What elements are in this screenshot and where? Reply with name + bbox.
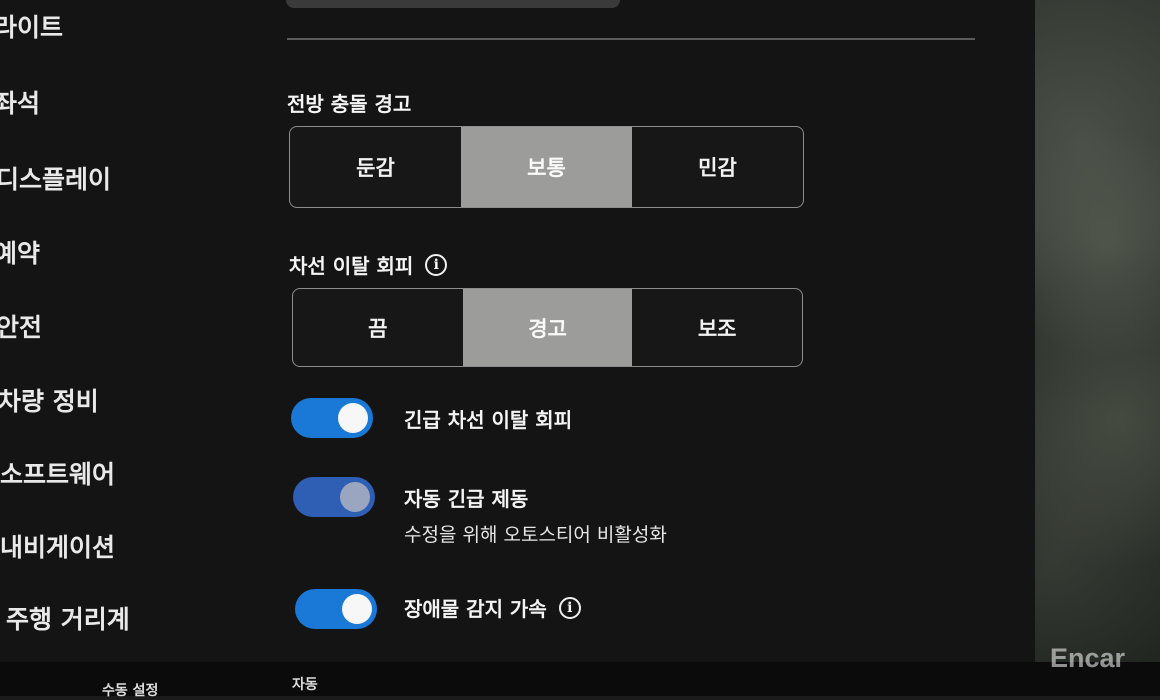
emergency-lane-toggle[interactable] xyxy=(291,398,373,438)
sidebar-item-schedule[interactable]: 예약 xyxy=(0,234,40,270)
lane-departure-option-assist[interactable]: 보조 xyxy=(632,289,802,366)
forward-collision-option-low[interactable]: 둔감 xyxy=(290,127,461,207)
obstacle-accel-toggle[interactable] xyxy=(295,589,377,629)
settings-screen: 라이트 좌석 디스플레이 예약 안전 차량 정비 소프트웨어 내비게이션 주행 … xyxy=(0,0,1035,668)
forward-collision-option-high[interactable]: 민감 xyxy=(632,127,803,207)
watermark-logo: Encar xyxy=(1050,643,1126,673)
top-control-stub[interactable] xyxy=(286,0,620,8)
bottom-bar: 수동 설정 자동 xyxy=(0,662,1160,699)
toggle-knob xyxy=(340,482,370,512)
lane-departure-title: 차선 이탈 회피 i xyxy=(289,250,448,279)
sidebar-item-software[interactable]: 소프트웨어 xyxy=(0,455,115,491)
background-scenery xyxy=(1028,0,1160,696)
sidebar-item-safety[interactable]: 안전 xyxy=(0,308,42,344)
sidebar-item-display[interactable]: 디스플레이 xyxy=(0,160,111,196)
obstacle-accel-label-row: 장애물 감지 가속 i xyxy=(404,593,581,622)
toggle-knob xyxy=(342,594,372,624)
auto-label[interactable]: 자동 xyxy=(292,674,318,694)
manual-setting-label[interactable]: 수동 설정 xyxy=(102,680,158,700)
sidebar-item-odometer[interactable]: 주행 거리계 xyxy=(6,600,130,636)
lane-departure-segmented: 끔 경고 보조 xyxy=(292,288,803,367)
sidebar-item-service[interactable]: 차량 정비 xyxy=(0,382,99,418)
sidebar-item-navigation[interactable]: 내비게이션 xyxy=(0,528,115,564)
section-divider xyxy=(287,38,975,40)
emergency-lane-label: 긴급 차선 이탈 회피 xyxy=(404,408,573,432)
toggle-knob xyxy=(338,403,368,433)
sidebar-item-seats[interactable]: 좌석 xyxy=(0,84,40,120)
lane-departure-option-off[interactable]: 끔 xyxy=(293,289,463,366)
forward-collision-label: 전방 충돌 경고 xyxy=(287,92,412,116)
auto-braking-toggle[interactable] xyxy=(293,477,375,517)
info-icon[interactable]: i xyxy=(558,596,581,619)
forward-collision-option-medium[interactable]: 보통 xyxy=(461,127,632,207)
sidebar-item-lights[interactable]: 라이트 xyxy=(0,8,63,44)
forward-collision-segmented: 둔감 보통 민감 xyxy=(289,126,804,208)
obstacle-accel-label: 장애물 감지 가속 xyxy=(404,597,547,621)
forward-collision-title: 전방 충돌 경고 xyxy=(287,88,411,117)
auto-braking-sublabel: 수정을 위해 오토스티어 비활성화 xyxy=(404,524,667,546)
auto-braking-label: 자동 긴급 제동 xyxy=(404,487,529,511)
info-icon[interactable]: i xyxy=(425,253,448,276)
lane-departure-label: 차선 이탈 회피 xyxy=(289,254,414,278)
lane-departure-option-warning[interactable]: 경고 xyxy=(462,289,633,366)
